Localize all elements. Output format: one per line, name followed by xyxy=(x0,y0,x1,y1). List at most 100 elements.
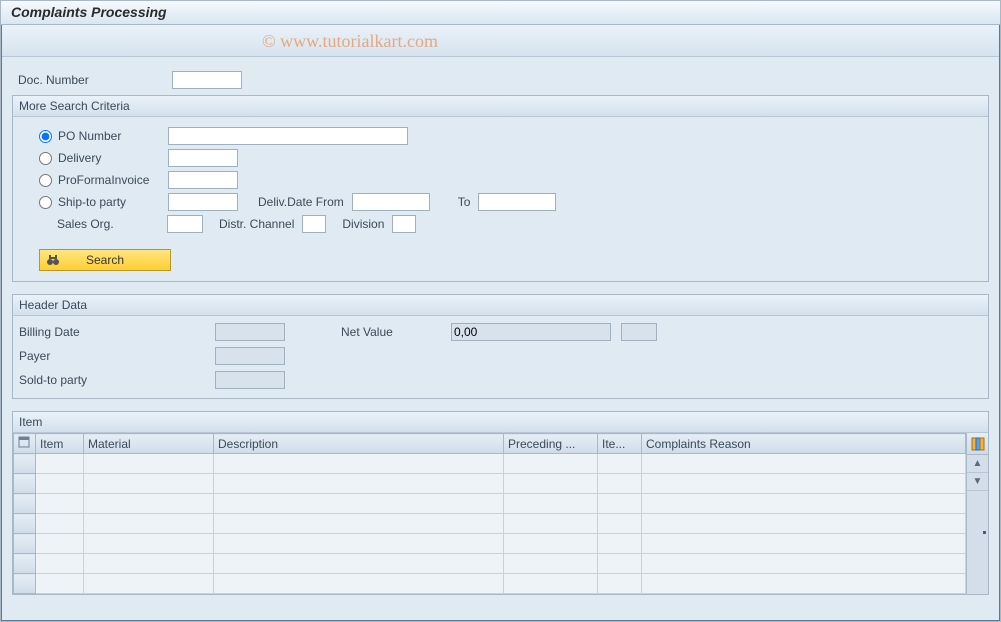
cell[interactable] xyxy=(598,494,642,514)
po-number-radio[interactable] xyxy=(39,130,52,143)
cell[interactable] xyxy=(598,534,642,554)
table-row[interactable] xyxy=(14,534,966,554)
search-button-label: Search xyxy=(86,253,124,267)
po-number-input[interactable] xyxy=(168,127,408,145)
table-row[interactable] xyxy=(14,454,966,474)
cell[interactable] xyxy=(84,454,214,474)
col-reason[interactable]: Complaints Reason xyxy=(642,434,966,454)
cell[interactable] xyxy=(84,514,214,534)
cell[interactable] xyxy=(504,514,598,534)
scroll-down-icon[interactable]: ▼ xyxy=(967,473,988,491)
cell[interactable] xyxy=(642,554,966,574)
cell[interactable] xyxy=(504,574,598,594)
cell[interactable] xyxy=(504,474,598,494)
table-row[interactable] xyxy=(14,474,966,494)
col-material[interactable]: Material xyxy=(84,434,214,454)
cell[interactable] xyxy=(642,574,966,594)
cell[interactable] xyxy=(642,534,966,554)
cell[interactable] xyxy=(642,474,966,494)
binoculars-icon xyxy=(46,253,60,267)
cell[interactable] xyxy=(36,514,84,534)
table-row[interactable] xyxy=(14,494,966,514)
doc-number-input[interactable] xyxy=(172,71,242,89)
select-all-icon[interactable] xyxy=(14,434,36,454)
shipto-radio[interactable] xyxy=(39,196,52,209)
cell[interactable] xyxy=(36,494,84,514)
cell[interactable] xyxy=(504,534,598,554)
cell[interactable] xyxy=(598,554,642,574)
column-config-icon[interactable] xyxy=(967,433,988,455)
table-row[interactable] xyxy=(14,574,966,594)
cell[interactable] xyxy=(36,454,84,474)
cell[interactable] xyxy=(598,454,642,474)
billing-date-label: Billing Date xyxy=(19,325,215,339)
item-table[interactable]: Item Material Description Preceding ... … xyxy=(13,433,966,594)
cell[interactable] xyxy=(642,514,966,534)
cell[interactable] xyxy=(214,494,504,514)
net-value-output xyxy=(451,323,611,341)
sales-org-input[interactable] xyxy=(167,215,203,233)
watermark-text: © www.tutorialkart.com xyxy=(262,31,438,52)
deliv-date-from-label: Deliv.Date From xyxy=(258,195,344,209)
col-ite[interactable]: Ite... xyxy=(598,434,642,454)
col-item[interactable]: Item xyxy=(36,434,84,454)
deliv-date-from-input[interactable] xyxy=(352,193,430,211)
col-preceding[interactable]: Preceding ... xyxy=(504,434,598,454)
cell[interactable] xyxy=(84,474,214,494)
cell[interactable] xyxy=(598,514,642,534)
cell[interactable] xyxy=(214,454,504,474)
scroll-up-icon[interactable]: ▲ xyxy=(967,455,988,473)
cell[interactable] xyxy=(642,454,966,474)
cell[interactable] xyxy=(504,554,598,574)
cell[interactable] xyxy=(504,454,598,474)
row-header[interactable] xyxy=(14,454,36,474)
cell[interactable] xyxy=(598,574,642,594)
cell[interactable] xyxy=(214,514,504,534)
scroll-track[interactable] xyxy=(967,491,988,594)
row-header[interactable] xyxy=(14,474,36,494)
cell[interactable] xyxy=(214,574,504,594)
search-button[interactable]: Search xyxy=(39,249,171,271)
shipto-input[interactable] xyxy=(168,193,238,211)
delivery-input[interactable] xyxy=(168,149,238,167)
scroll-marker-icon xyxy=(983,531,986,534)
cell[interactable] xyxy=(504,494,598,514)
row-header[interactable] xyxy=(14,494,36,514)
proforma-radio[interactable] xyxy=(39,174,52,187)
division-input[interactable] xyxy=(392,215,416,233)
cell[interactable] xyxy=(84,574,214,594)
cell[interactable] xyxy=(36,534,84,554)
soldto-output xyxy=(215,371,285,389)
cell[interactable] xyxy=(214,554,504,574)
cell[interactable] xyxy=(84,554,214,574)
cell[interactable] xyxy=(36,474,84,494)
cell[interactable] xyxy=(598,474,642,494)
deliv-date-to-label: To xyxy=(458,195,471,209)
po-number-label: PO Number xyxy=(58,129,168,143)
net-value-currency-output xyxy=(621,323,657,341)
cell[interactable] xyxy=(642,494,966,514)
cell[interactable] xyxy=(214,534,504,554)
distr-channel-input[interactable] xyxy=(302,215,326,233)
soldto-label: Sold-to party xyxy=(19,373,215,387)
table-row[interactable] xyxy=(14,514,966,534)
cell[interactable] xyxy=(84,534,214,554)
table-row[interactable] xyxy=(14,554,966,574)
cell[interactable] xyxy=(214,474,504,494)
item-grid-group: Item Item Material xyxy=(12,411,989,595)
col-description[interactable]: Description xyxy=(214,434,504,454)
row-header[interactable] xyxy=(14,574,36,594)
doc-number-label: Doc. Number xyxy=(12,73,172,87)
row-header[interactable] xyxy=(14,534,36,554)
delivery-radio[interactable] xyxy=(39,152,52,165)
grid-vertical-scrollbar[interactable]: ▲ ▼ xyxy=(966,433,988,594)
row-header[interactable] xyxy=(14,514,36,534)
delivery-label: Delivery xyxy=(58,151,168,165)
cell[interactable] xyxy=(84,494,214,514)
row-header[interactable] xyxy=(14,554,36,574)
deliv-date-to-input[interactable] xyxy=(478,193,556,211)
proforma-input[interactable] xyxy=(168,171,238,189)
cell[interactable] xyxy=(36,554,84,574)
cell[interactable] xyxy=(36,574,84,594)
payer-output xyxy=(215,347,285,365)
